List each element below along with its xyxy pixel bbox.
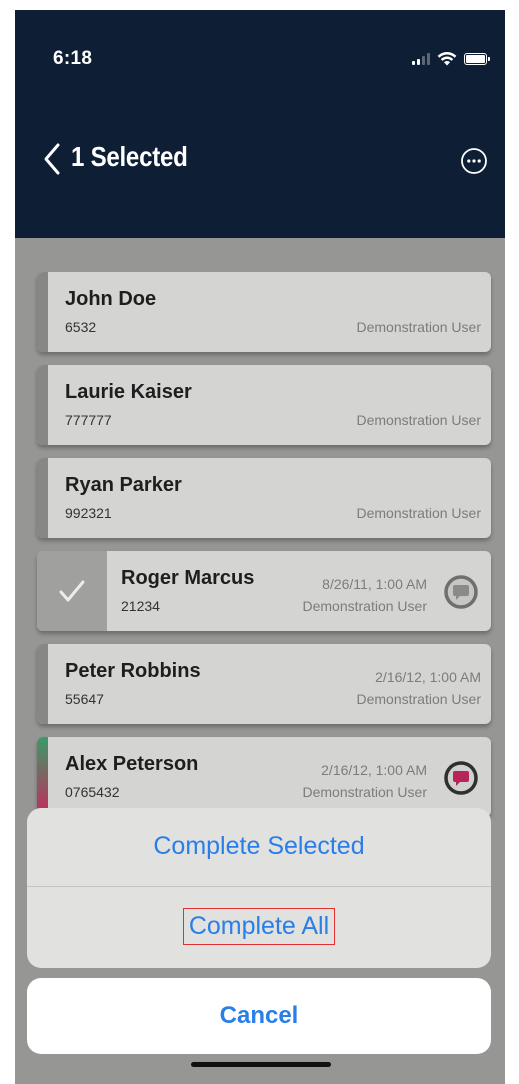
item-user: Demonstration User xyxy=(356,505,482,521)
item-user: Demonstration User xyxy=(356,691,482,707)
item-id: 777777 xyxy=(65,412,112,428)
list-item-selected[interactable]: Roger Marcus 21234 8/26/11, 1:00 AM Demo… xyxy=(37,551,491,631)
chat-bubble-icon[interactable] xyxy=(443,574,479,610)
chat-bubble-icon[interactable] xyxy=(443,760,479,796)
item-date: 2/16/12, 1:00 AM xyxy=(321,762,427,778)
page-title: 1 Selected xyxy=(71,141,188,172)
item-id: 6532 xyxy=(65,319,97,335)
item-id: 21234 xyxy=(121,598,160,614)
item-name: Peter Robbins xyxy=(65,660,201,682)
item-name: Roger Marcus xyxy=(121,567,255,589)
status-stripe xyxy=(37,272,48,352)
status-stripe xyxy=(37,458,48,538)
battery-icon xyxy=(464,53,490,65)
complete-selected-button[interactable]: Complete Selected xyxy=(27,808,491,884)
phone-screen: 6:18 1 Selected John Doe 6532 Demonstrat… xyxy=(15,10,505,1084)
item-user: Demonstration User xyxy=(356,412,482,428)
status-stripe xyxy=(37,644,48,724)
cancel-label: Cancel xyxy=(219,1002,299,1029)
status-icons xyxy=(412,52,490,66)
cancel-button[interactable]: Cancel xyxy=(27,978,491,1054)
list-item[interactable]: Peter Robbins 55647 2/16/12, 1:00 AM Dem… xyxy=(37,644,491,724)
item-id: 0765432 xyxy=(65,784,120,800)
action-sheet: Complete Selected Complete All xyxy=(27,808,491,968)
list-item[interactable]: Laurie Kaiser 777777 Demonstration User xyxy=(37,365,491,445)
divider xyxy=(27,886,491,887)
item-id: 55647 xyxy=(65,691,104,707)
list-item[interactable]: Alex Peterson 0765432 2/16/12, 1:00 AM D… xyxy=(37,737,491,817)
list-item[interactable]: John Doe 6532 Demonstration User xyxy=(37,272,491,352)
item-name: Ryan Parker xyxy=(65,474,182,496)
list-item[interactable]: Ryan Parker 992321 Demonstration User xyxy=(37,458,491,538)
item-user: Demonstration User xyxy=(356,319,482,335)
item-name: John Doe xyxy=(65,288,157,310)
status-time: 6:18 xyxy=(53,48,93,69)
checkmark-icon xyxy=(59,580,85,602)
item-id: 992321 xyxy=(65,505,112,521)
item-user: Demonstration User xyxy=(302,784,428,800)
item-date: 2/16/12, 1:00 AM xyxy=(375,669,481,685)
item-user: Demonstration User xyxy=(302,598,428,614)
complete-all-label: Complete All xyxy=(182,907,336,945)
wifi-icon xyxy=(437,52,457,66)
item-date: 8/26/11, 1:00 AM xyxy=(322,576,427,592)
alert-stripe xyxy=(37,737,48,817)
status-stripe xyxy=(37,365,48,445)
navigation-header: 6:18 1 Selected xyxy=(15,10,505,238)
chevron-left-icon[interactable] xyxy=(40,141,64,177)
selection-checkbox[interactable] xyxy=(37,551,107,631)
home-indicator[interactable] xyxy=(191,1062,331,1067)
item-name: Alex Peterson xyxy=(65,753,199,775)
item-name: Laurie Kaiser xyxy=(65,381,192,403)
cellular-signal-icon xyxy=(412,53,430,65)
complete-selected-label: Complete Selected xyxy=(153,831,365,860)
complete-all-button[interactable]: Complete All xyxy=(27,888,491,964)
ellipsis-circle-icon[interactable] xyxy=(460,147,488,175)
